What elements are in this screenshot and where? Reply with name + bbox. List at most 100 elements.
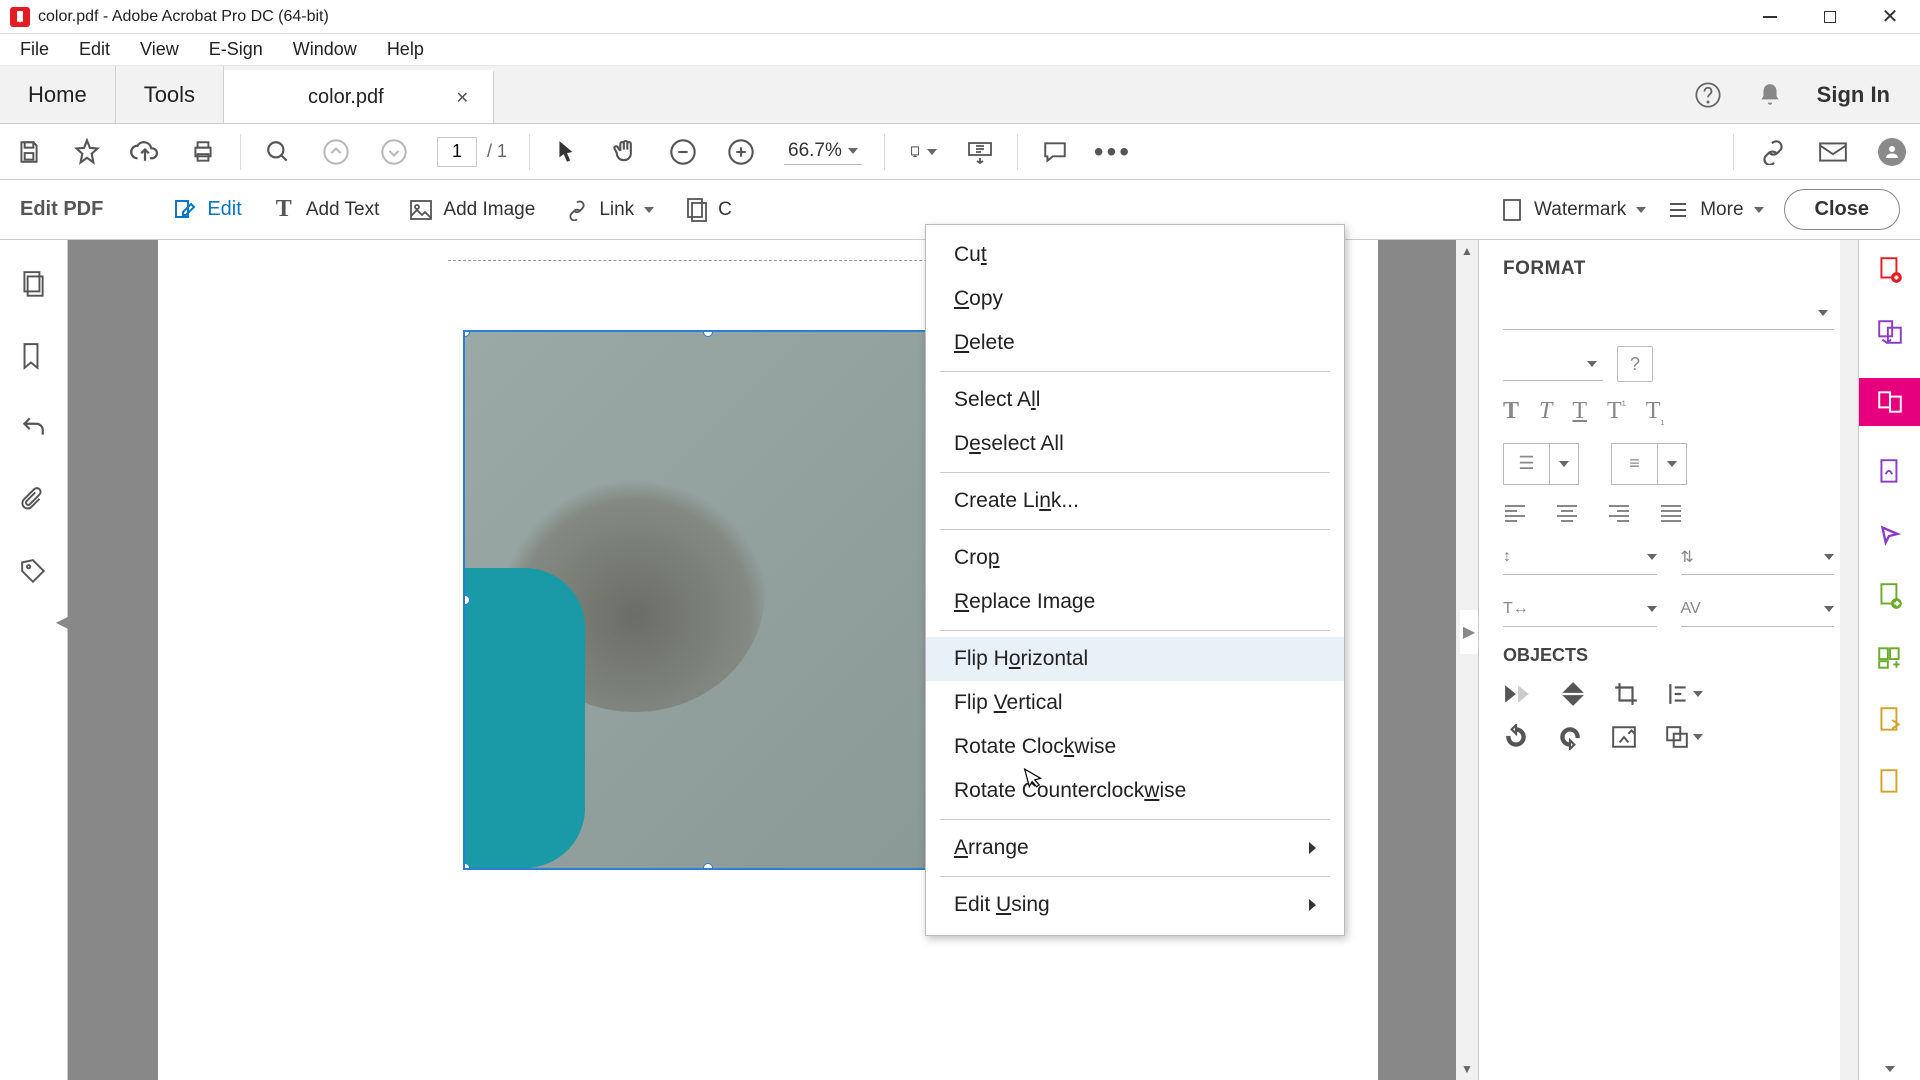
- page-number-field[interactable]: / 1: [437, 137, 507, 167]
- underline-button[interactable]: T: [1572, 398, 1587, 427]
- cloud-upload-icon[interactable]: [130, 137, 160, 167]
- tab-tools[interactable]: Tools: [116, 66, 224, 123]
- print-icon[interactable]: [188, 137, 218, 167]
- zoom-in-icon[interactable]: [726, 137, 756, 167]
- bold-button[interactable]: T: [1503, 398, 1519, 427]
- menu-file[interactable]: File: [6, 35, 63, 64]
- sign-in-link[interactable]: Sign In: [1817, 82, 1890, 108]
- flip-horizontal-obj-button[interactable]: [1503, 681, 1531, 707]
- search-icon[interactable]: [263, 137, 293, 167]
- page-current-input[interactable]: [437, 137, 477, 167]
- tags-icon[interactable]: [20, 558, 48, 586]
- menu-window[interactable]: Window: [279, 35, 371, 64]
- tab-document[interactable]: color.pdf ✕: [224, 70, 494, 123]
- ctx-rotate-ccw[interactable]: Rotate Counterclockwise: [926, 769, 1344, 813]
- numbered-list-button[interactable]: ≡: [1611, 443, 1687, 485]
- maximize-button[interactable]: [1800, 0, 1860, 34]
- crop-obj-button[interactable]: [1613, 681, 1639, 707]
- crop-pages-button[interactable]: C: [684, 198, 732, 222]
- more-button[interactable]: More: [1666, 198, 1763, 222]
- send-tool-icon[interactable]: [1874, 704, 1906, 736]
- attachments-icon[interactable]: [20, 486, 48, 514]
- email-icon[interactable]: [1818, 137, 1848, 167]
- ctx-cut[interactable]: Cut: [926, 233, 1344, 277]
- flip-vertical-obj-button[interactable]: [1559, 680, 1585, 708]
- ctx-flip-vertical[interactable]: Flip Vertical: [926, 681, 1344, 725]
- paragraph-spacing-dropdown[interactable]: ⇅: [1681, 541, 1835, 575]
- ctx-rotate-cw[interactable]: Rotate Clockwise: [926, 725, 1344, 769]
- link-button[interactable]: Link: [565, 198, 654, 222]
- selected-image[interactable]: [463, 330, 953, 870]
- add-image-button[interactable]: Add Image: [409, 198, 535, 222]
- add-text-button[interactable]: T Add Text: [272, 198, 380, 222]
- ctx-replace-image[interactable]: Replace Image: [926, 580, 1344, 624]
- page-up-icon[interactable]: [321, 137, 351, 167]
- star-icon[interactable]: [72, 137, 102, 167]
- scroll-up-icon[interactable]: ▲: [1456, 240, 1478, 262]
- help-icon[interactable]: [1693, 80, 1723, 110]
- resize-handle-tm[interactable]: [703, 330, 713, 337]
- minimize-button[interactable]: [1740, 0, 1800, 34]
- bookmarks-icon[interactable]: [20, 342, 48, 370]
- save-icon[interactable]: [14, 137, 44, 167]
- protect-tool-icon[interactable]: [1874, 766, 1906, 798]
- arrange-obj-button[interactable]: [1665, 725, 1703, 749]
- account-avatar-icon[interactable]: [1878, 138, 1906, 166]
- hand-tool-icon[interactable]: [610, 137, 640, 167]
- rotate-cw-obj-button[interactable]: [1557, 724, 1583, 750]
- font-family-dropdown[interactable]: [1503, 296, 1834, 330]
- resize-handle-bl[interactable]: [463, 863, 470, 870]
- ctx-create-link[interactable]: Create Link...: [926, 479, 1344, 523]
- menu-edit[interactable]: Edit: [65, 35, 124, 64]
- undo-history-icon[interactable]: [20, 414, 48, 442]
- vertical-scrollbar[interactable]: ▲ ▼: [1456, 240, 1478, 1080]
- thumbnails-icon[interactable]: [20, 270, 48, 298]
- ctx-copy[interactable]: Copy: [926, 277, 1344, 321]
- fit-width-icon[interactable]: [907, 137, 937, 167]
- close-button[interactable]: Close: [1784, 189, 1900, 230]
- align-left-button[interactable]: [1503, 503, 1527, 523]
- replace-image-obj-button[interactable]: [1611, 725, 1637, 749]
- notification-bell-icon[interactable]: [1755, 80, 1785, 110]
- font-size-dropdown[interactable]: [1503, 347, 1603, 381]
- ctx-select-all[interactable]: Select All: [926, 378, 1344, 422]
- zoom-dropdown[interactable]: 66.7%: [784, 138, 862, 165]
- subscript-button[interactable]: T₁: [1646, 398, 1665, 427]
- resize-handle-bm[interactable]: [703, 863, 713, 870]
- create-pdf-tool-icon[interactable]: [1874, 254, 1906, 286]
- scroll-down-icon[interactable]: ▼: [1456, 1058, 1478, 1080]
- bullet-list-button[interactable]: ☰: [1503, 443, 1579, 485]
- watermark-button[interactable]: Watermark: [1500, 198, 1646, 222]
- align-objects-button[interactable]: [1667, 682, 1703, 706]
- ctx-edit-using[interactable]: Edit Using: [926, 883, 1344, 927]
- menu-view[interactable]: View: [126, 35, 193, 64]
- read-mode-icon[interactable]: [965, 137, 995, 167]
- character-spacing-dropdown[interactable]: AV: [1681, 593, 1835, 627]
- export-tool-icon[interactable]: [1874, 580, 1906, 612]
- superscript-button[interactable]: T¹: [1607, 398, 1626, 427]
- selection-arrow-icon[interactable]: [552, 137, 582, 167]
- panel-scrollbar[interactable]: [1840, 240, 1858, 1080]
- edit-button[interactable]: Edit: [173, 198, 241, 222]
- organize-tool-icon[interactable]: [1874, 642, 1906, 674]
- ctx-deselect-all[interactable]: Deselect All: [926, 422, 1344, 466]
- edit-pdf-tool-icon[interactable]: [1859, 378, 1920, 426]
- comment-icon[interactable]: [1040, 137, 1070, 167]
- align-right-button[interactable]: [1607, 503, 1631, 523]
- zoom-out-icon[interactable]: [668, 137, 698, 167]
- more-tools-icon[interactable]: •••: [1098, 137, 1128, 167]
- ctx-delete[interactable]: Delete: [926, 321, 1344, 365]
- sign-tool-icon[interactable]: [1874, 456, 1906, 488]
- combine-tool-icon[interactable]: [1874, 316, 1906, 348]
- tab-home[interactable]: Home: [0, 66, 116, 123]
- ctx-arrange[interactable]: Arrange: [926, 826, 1344, 870]
- ctx-flip-horizontal[interactable]: Flip Horizontal: [926, 637, 1344, 681]
- align-justify-button[interactable]: [1659, 503, 1683, 523]
- comment-tool-icon[interactable]: [1874, 518, 1906, 550]
- document-tab-close-icon[interactable]: ✕: [456, 88, 469, 108]
- line-spacing-dropdown[interactable]: ↕: [1503, 541, 1657, 575]
- rail-more-icon[interactable]: [1885, 1066, 1895, 1072]
- share-link-icon[interactable]: [1758, 137, 1788, 167]
- menu-esign[interactable]: E-Sign: [195, 35, 277, 64]
- page-down-icon[interactable]: [379, 137, 409, 167]
